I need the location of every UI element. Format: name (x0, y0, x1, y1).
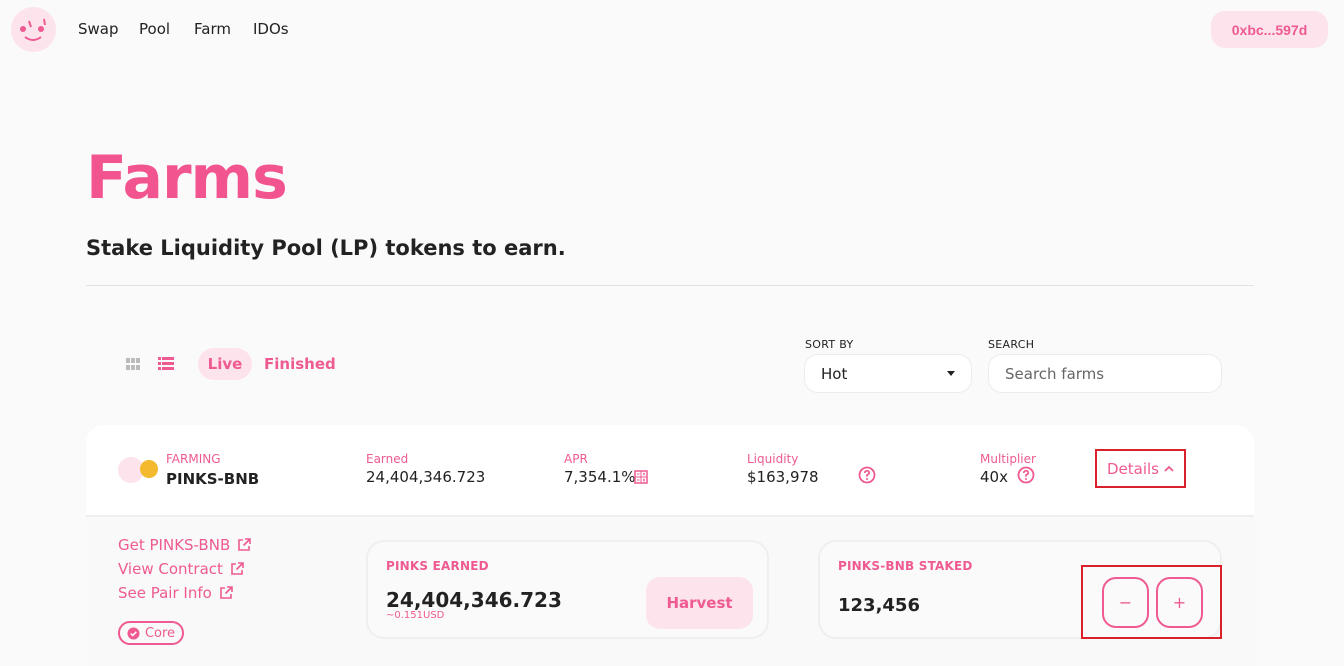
search-label: SEARCH (988, 338, 1035, 351)
tab-live[interactable]: Live (198, 348, 252, 380)
external-link-icon (220, 586, 233, 599)
core-badge-label: Core (144, 625, 176, 641)
page-title: Farms (86, 143, 288, 213)
earned-label: Earned (366, 452, 409, 466)
multiplier-label: Multiplier (980, 452, 1036, 466)
search-farms-input[interactable] (988, 354, 1222, 393)
nav-link-swap[interactable]: Swap (78, 20, 119, 38)
see-pair-info-link-label: See Pair Info (118, 584, 212, 602)
view-contract-link-label: View Contract (118, 560, 223, 578)
farming-label: FARMING (166, 452, 221, 466)
help-icon[interactable] (1017, 466, 1035, 484)
page-subtitle: Stake Liquidity Pool (LP) tokens to earn… (86, 236, 566, 260)
get-lp-link-label: Get PINKS-BNB (118, 536, 231, 554)
earned-value: 24,404,346.723 (366, 468, 486, 486)
farm-row[interactable] (86, 425, 1254, 517)
core-badge: Core (118, 621, 184, 645)
staked-panel-title: PINKS-BNB STAKED (838, 559, 973, 573)
nav-link-pool[interactable]: Pool (139, 20, 170, 38)
earned-panel-value: 24,404,346.723 (386, 588, 562, 612)
pinks-logo-icon[interactable] (11, 7, 56, 52)
wallet-address-button[interactable]: 0xbc...597d (1211, 11, 1328, 48)
bnb-token-icon (140, 460, 158, 478)
harvest-button[interactable]: Harvest (646, 577, 753, 629)
sort-by-label: SORT BY (805, 338, 854, 351)
details-toggle-button[interactable]: Details (1095, 449, 1186, 488)
view-contract-link[interactable]: View Contract (118, 560, 245, 578)
sort-select[interactable]: Hot (804, 354, 972, 393)
earned-panel-title: PINKS EARNED (386, 559, 489, 573)
earned-panel: PINKS EARNED 24,404,346.723 ~0.151USD Ha… (366, 540, 769, 639)
liquidity-label: Liquidity (747, 452, 799, 466)
top-nav: Swap Pool Farm IDOs 0xbc...597d (0, 0, 1344, 58)
grid-view-icon[interactable] (126, 358, 140, 370)
get-lp-link[interactable]: Get PINKS-BNB (118, 536, 252, 554)
nav-link-idos[interactable]: IDOs (253, 20, 289, 38)
calculator-icon[interactable] (634, 470, 648, 484)
nav-link-farm[interactable]: Farm (194, 20, 231, 38)
stake-plus-button[interactable]: + (1156, 577, 1203, 628)
liquidity-value: $163,978 (747, 468, 819, 486)
help-icon[interactable] (858, 466, 876, 484)
apr-value: 7,354.1% (564, 468, 636, 486)
list-view-icon[interactable] (158, 357, 174, 371)
see-pair-info-link[interactable]: See Pair Info (118, 584, 234, 602)
apr-label: APR (564, 452, 588, 466)
earned-panel-usd: ~0.151USD (386, 610, 445, 621)
external-link-icon (231, 562, 244, 575)
sort-select-value: Hot (821, 364, 848, 383)
external-link-icon (238, 538, 252, 551)
multiplier-value: 40x (980, 468, 1008, 486)
farm-pair-name: PINKS-BNB (166, 470, 260, 488)
header-divider (86, 285, 1254, 286)
verified-check-icon (127, 627, 140, 639)
details-label: Details (1106, 459, 1159, 478)
unstake-minus-button[interactable]: − (1102, 577, 1149, 628)
chevron-up-icon (1164, 465, 1174, 472)
tab-finished[interactable]: Finished (264, 355, 336, 373)
staked-panel-value: 123,456 (838, 595, 920, 616)
caret-down-icon (947, 371, 955, 376)
